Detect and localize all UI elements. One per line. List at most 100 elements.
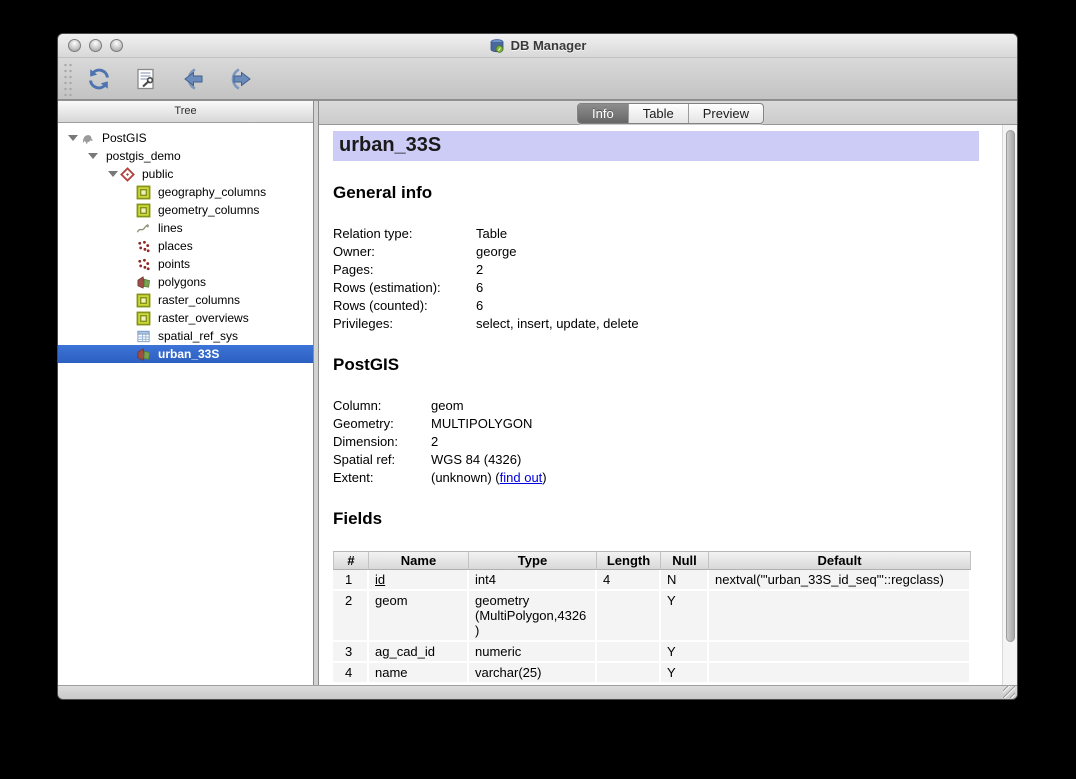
field-cell: numeric — [469, 642, 597, 663]
def-value: MULTIPOLYGON — [431, 415, 979, 433]
def-label: Geometry: — [333, 415, 431, 433]
vertical-scrollbar[interactable] — [1002, 125, 1017, 685]
minimize-button[interactable] — [89, 39, 102, 52]
tree-item-urban-33s-selected[interactable]: urban_33S — [58, 345, 313, 363]
def-value: 6 — [476, 279, 979, 297]
def-label: Rows (counted): — [333, 297, 476, 315]
scrollbar-thumb[interactable] — [1006, 130, 1015, 642]
tree-item-points[interactable]: points — [58, 255, 313, 273]
tab-info[interactable]: Info — [578, 104, 628, 123]
table-grid-icon — [136, 329, 153, 344]
def-label: Dimension: — [333, 433, 431, 451]
column-header: Type — [469, 551, 597, 570]
postgis-heading: PostGIS — [333, 354, 979, 375]
disclosure-triangle-icon[interactable] — [66, 135, 80, 141]
def-value: george — [476, 243, 979, 261]
tree-item-raster-columns[interactable]: raster_columns — [58, 291, 313, 309]
fields-table: # Name Type Length Null Default 1 id int… — [333, 551, 971, 684]
tree-item-label: lines — [158, 221, 183, 235]
table-green-icon — [136, 293, 153, 308]
def-value: WGS 84 (4326) — [431, 451, 979, 469]
field-cell: name — [369, 663, 469, 684]
tree-item-geometry-columns[interactable]: geometry_columns — [58, 201, 313, 219]
fields-heading: Fields — [333, 508, 979, 529]
table-title-banner: urban_33S — [333, 131, 979, 161]
polygons-layer-icon — [136, 347, 153, 362]
general-info-heading: General info — [333, 182, 979, 203]
extent-suffix: ) — [542, 470, 546, 485]
field-cell: Y — [661, 663, 709, 684]
tree-item-postgis[interactable]: PostGIS — [58, 129, 313, 147]
field-cell: nextval('"urban_33S_id_seq"'::regclass) — [709, 570, 971, 591]
tree-item-label: geometry_columns — [158, 203, 259, 217]
export-to-file-button[interactable] — [222, 61, 258, 97]
table-green-icon — [136, 311, 153, 326]
column-header: Default — [709, 551, 971, 570]
def-value: 2 — [476, 261, 979, 279]
def-value: Table — [476, 225, 979, 243]
db-manager-window: DB Manager — [57, 33, 1018, 700]
status-bar — [58, 685, 1017, 700]
tree-item-postgis-demo[interactable]: postgis_demo — [58, 147, 313, 165]
points-layer-icon — [136, 239, 153, 254]
field-cell: 2 — [333, 591, 369, 642]
tree-panel-header: Tree — [58, 101, 313, 123]
tree-item-public[interactable]: public — [58, 165, 313, 183]
close-button[interactable] — [68, 39, 81, 52]
sql-window-icon — [134, 67, 158, 91]
tree-list: PostGIS postgis_demo public — [58, 123, 313, 685]
window-title: DB Manager — [511, 38, 587, 53]
tree-item-polygons[interactable]: polygons — [58, 273, 313, 291]
find-out-link[interactable]: find out — [500, 470, 543, 485]
tree-item-lines[interactable]: lines — [58, 219, 313, 237]
tree-item-label: raster_columns — [158, 293, 240, 307]
field-cell: id — [369, 570, 469, 591]
field-cell: Y — [661, 591, 709, 642]
field-cell: 1 — [333, 570, 369, 591]
field-cell — [597, 642, 661, 663]
tree-item-spatial-ref-sys[interactable]: spatial_ref_sys — [58, 327, 313, 345]
extent-value: (unknown) (find out) — [431, 469, 979, 487]
field-cell: 4 — [333, 663, 369, 684]
tree-item-geography-columns[interactable]: geography_columns — [58, 183, 313, 201]
tab-preview[interactable]: Preview — [688, 104, 763, 123]
info-content: urban_33S General info Relation type:Tab… — [319, 125, 1017, 685]
tree-item-places[interactable]: places — [58, 237, 313, 255]
sql-window-button[interactable] — [128, 61, 164, 97]
field-cell: Y — [661, 642, 709, 663]
field-cell: int4 — [469, 570, 597, 591]
primary-key-field: id — [375, 572, 385, 587]
tree-item-label: points — [158, 257, 190, 271]
table-green-icon — [136, 203, 153, 218]
traffic-lights — [68, 39, 123, 52]
tab-table[interactable]: Table — [628, 104, 688, 123]
toolbar-drag-handle[interactable] — [63, 62, 72, 96]
disclosure-triangle-icon[interactable] — [86, 153, 100, 159]
field-cell — [709, 591, 971, 642]
title-bar[interactable]: DB Manager — [58, 34, 1017, 58]
tree-item-label: spatial_ref_sys — [158, 329, 238, 343]
column-header: Length — [597, 551, 661, 570]
def-label: Owner: — [333, 243, 476, 261]
postgis-elephant-icon — [80, 131, 97, 146]
tree-item-raster-overviews[interactable]: raster_overviews — [58, 309, 313, 327]
tree-item-label: PostGIS — [102, 131, 147, 145]
column-header: Null — [661, 551, 709, 570]
tree-item-label: geography_columns — [158, 185, 266, 199]
field-cell: 4 — [597, 570, 661, 591]
def-label: Privileges: — [333, 315, 476, 333]
import-layer-button[interactable] — [175, 61, 211, 97]
resize-grip-icon[interactable] — [1003, 686, 1015, 698]
disclosure-triangle-icon[interactable] — [106, 171, 120, 177]
view-tabs: Info Table Preview — [577, 103, 764, 124]
zoom-button[interactable] — [110, 39, 123, 52]
general-info-list: Relation type:Table Owner:george Pages:2… — [333, 225, 979, 333]
export-to-file-icon — [227, 66, 253, 92]
refresh-button[interactable] — [81, 61, 117, 97]
db-manager-icon — [489, 38, 505, 54]
tree-item-label: urban_33S — [158, 347, 219, 361]
def-value: 2 — [431, 433, 979, 451]
column-header: Name — [369, 551, 469, 570]
def-value: geom — [431, 397, 979, 415]
field-cell: geom — [369, 591, 469, 642]
